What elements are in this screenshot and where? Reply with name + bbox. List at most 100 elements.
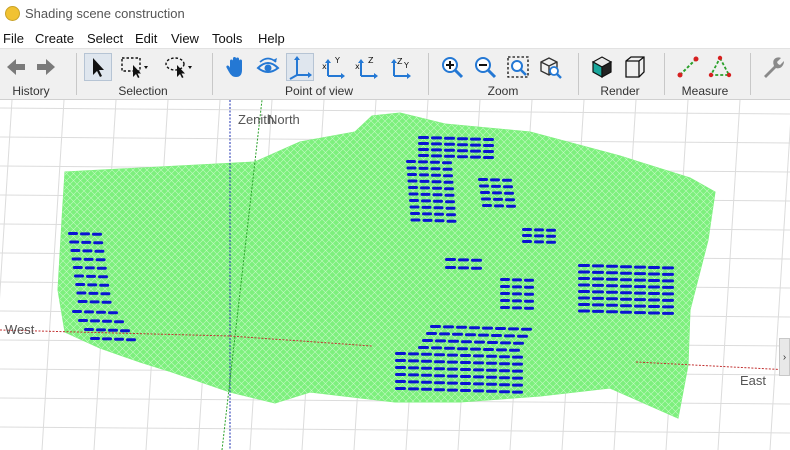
render-wireframe-button[interactable]	[621, 53, 649, 81]
view-front-xz-button[interactable]: x Z	[353, 53, 381, 81]
lower-object-cluster	[469, 326, 480, 330]
undo-button[interactable]	[2, 53, 30, 81]
lower-object-cluster	[499, 369, 510, 373]
eye-orbit-icon	[256, 57, 280, 73]
right-object-cluster	[606, 277, 618, 281]
left-object-cluster	[72, 266, 83, 269]
measure-distance-button[interactable]	[674, 53, 702, 81]
upper-object-cluster	[445, 206, 456, 210]
lower-object-cluster	[421, 380, 432, 384]
lower-object-cluster	[460, 354, 471, 357]
cursor-arrow-icon	[93, 58, 104, 77]
left-object-cluster	[88, 291, 99, 295]
upper-object-cluster	[430, 167, 441, 171]
menu-help[interactable]: Help	[258, 31, 285, 46]
svg-text:Y: Y	[403, 61, 409, 70]
measure-area-button[interactable]	[706, 53, 734, 81]
lower-object-cluster	[457, 347, 468, 351]
left-object-cluster	[100, 292, 111, 296]
upper-object-cluster	[483, 150, 494, 153]
right-object-cluster	[620, 291, 632, 295]
right-object-cluster	[620, 310, 632, 314]
upper-object-cluster	[444, 148, 455, 152]
left-object-cluster	[95, 258, 106, 262]
menu-create[interactable]: Create	[35, 31, 74, 46]
upper-object-cluster	[470, 143, 481, 147]
lower-object-cluster	[430, 325, 441, 328]
settings-button[interactable]	[758, 53, 786, 81]
upper-object-cluster	[420, 186, 430, 190]
left-object-cluster	[75, 283, 86, 286]
lower-object-cluster	[434, 388, 445, 392]
zoom-out-button[interactable]	[471, 53, 499, 81]
right-object-cluster	[648, 272, 660, 276]
toolbar-separator	[76, 53, 77, 95]
menu-select[interactable]: Select	[87, 31, 123, 46]
right-object-cluster	[620, 297, 632, 301]
zoom-in-button[interactable]	[438, 53, 466, 81]
left-object-cluster	[102, 319, 112, 323]
zoom-window-button[interactable]	[504, 53, 532, 81]
orbit-button[interactable]	[254, 53, 282, 81]
toolbar-separator	[578, 53, 579, 95]
lower-object-cluster	[524, 278, 534, 282]
zoom-extents-button[interactable]	[536, 53, 564, 81]
scene-canvas[interactable]	[0, 100, 790, 450]
menu-edit[interactable]: Edit	[135, 31, 157, 46]
redo-button[interactable]	[32, 53, 60, 81]
upper-object-cluster	[493, 197, 503, 201]
left-object-cluster	[94, 249, 105, 253]
left-object-cluster	[108, 311, 118, 315]
lower-object-cluster	[524, 306, 534, 310]
lower-object-cluster	[395, 366, 406, 369]
lower-object-cluster	[486, 361, 497, 365]
upper-object-cluster	[546, 240, 556, 244]
app-logo-icon	[5, 6, 20, 21]
lower-object-cluster	[500, 292, 510, 295]
upper-object-cluster	[407, 179, 418, 183]
right-object-cluster	[592, 303, 604, 307]
menu-file[interactable]: File	[3, 31, 24, 46]
lower-object-cluster	[435, 339, 446, 343]
render-shaded-button[interactable]	[588, 53, 616, 81]
upper-object-cluster	[445, 200, 455, 204]
right-object-cluster	[592, 296, 604, 300]
upper-object-cluster	[420, 192, 431, 196]
lower-object-cluster	[471, 258, 482, 262]
upper-object-cluster	[534, 228, 544, 232]
select-pointer-button[interactable]	[84, 53, 112, 81]
right-object-cluster	[634, 304, 646, 308]
view-3d-axes-button[interactable]	[286, 53, 314, 81]
upper-object-cluster	[506, 204, 516, 208]
view-top-xy-button[interactable]: x Y	[320, 53, 348, 81]
upper-object-cluster	[407, 173, 417, 176]
lower-object-cluster	[447, 360, 458, 364]
rectangle-select-button[interactable]	[118, 53, 148, 81]
right-object-cluster	[578, 283, 590, 287]
lower-object-cluster	[486, 354, 497, 358]
menu-tools[interactable]: Tools	[212, 31, 242, 46]
lower-object-cluster	[499, 390, 510, 394]
lower-object-cluster	[495, 327, 506, 330]
left-object-cluster	[74, 274, 84, 278]
lower-object-cluster	[471, 266, 482, 270]
right-object-cluster	[578, 303, 590, 306]
lower-object-cluster	[500, 341, 511, 345]
lower-object-cluster	[445, 266, 456, 269]
view-side-zy-button[interactable]: Z Y	[386, 53, 414, 81]
upper-object-cluster	[409, 205, 420, 209]
upper-object-cluster	[422, 218, 433, 222]
right-object-cluster	[578, 264, 590, 267]
lower-object-cluster	[499, 376, 510, 380]
pan-button[interactable]	[222, 53, 250, 81]
lasso-select-button[interactable]	[162, 53, 192, 81]
left-object-cluster	[71, 257, 82, 261]
menu-view[interactable]: View	[171, 31, 199, 46]
left-object-cluster	[68, 232, 78, 235]
upper-object-cluster	[444, 154, 455, 158]
panel-expand-button[interactable]: ›	[779, 338, 790, 376]
upper-object-cluster	[433, 206, 444, 210]
upper-object-cluster	[483, 138, 494, 141]
lower-object-cluster	[524, 299, 534, 303]
viewport-3d[interactable]: Zenith North West East ›	[0, 100, 790, 450]
